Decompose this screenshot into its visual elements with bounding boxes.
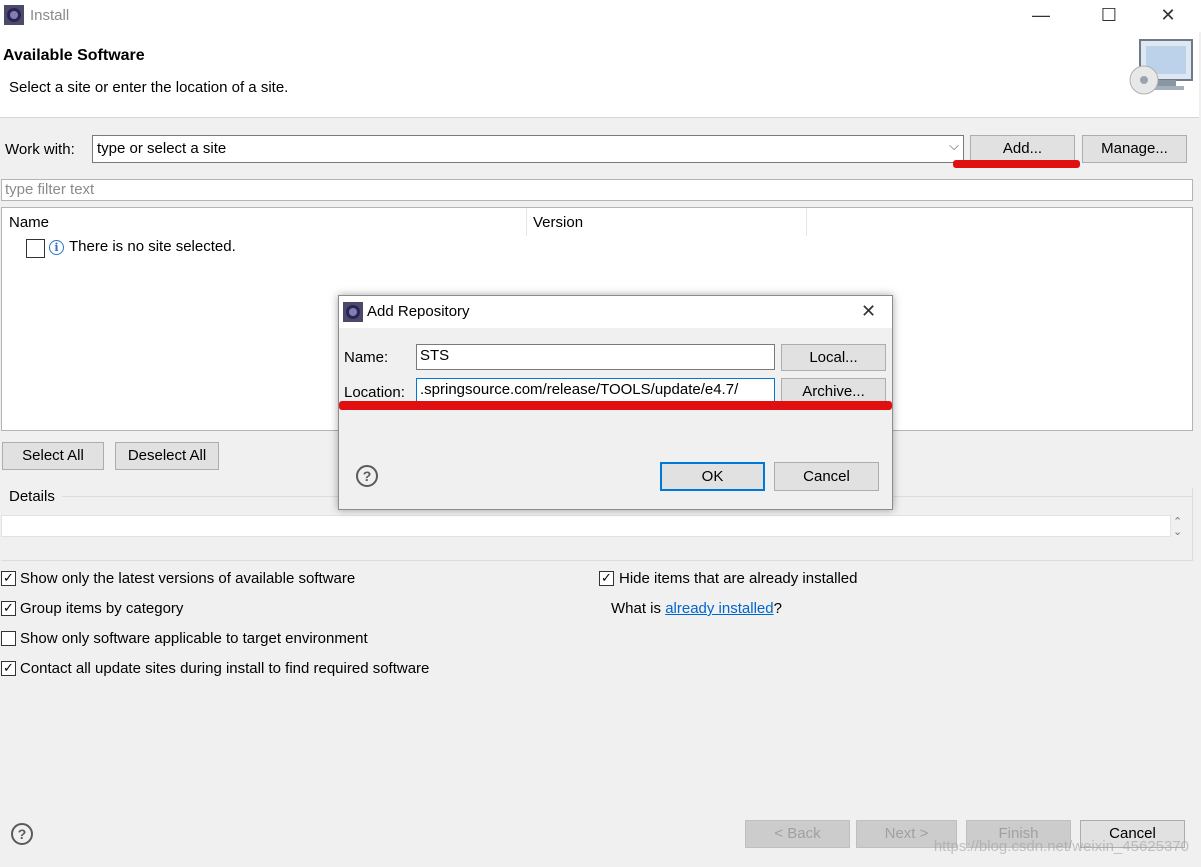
title-bar: Install — ☐ ✕ bbox=[0, 0, 1201, 32]
ok-button[interactable]: OK bbox=[660, 462, 765, 491]
page-description: Select a site or enter the location of a… bbox=[9, 79, 289, 96]
hide-installed-checkbox[interactable]: ✓ bbox=[599, 571, 614, 586]
column-header-name[interactable]: Name bbox=[9, 214, 49, 231]
deselect-all-button[interactable]: Deselect All bbox=[115, 442, 219, 470]
details-separator bbox=[892, 496, 1192, 497]
annotation-underline bbox=[953, 160, 1080, 168]
watermark: https://blog.csdn.net/weixin_45625370 bbox=[933, 838, 1189, 855]
close-button[interactable]: ✕ bbox=[1145, 0, 1191, 32]
install-wizard-icon bbox=[1129, 39, 1193, 95]
back-button[interactable]: < Back bbox=[745, 820, 850, 848]
column-divider bbox=[526, 208, 527, 236]
target-environment-label: Show only software applicable to target … bbox=[20, 630, 368, 647]
maximize-button[interactable]: ☐ bbox=[1086, 0, 1132, 32]
window-title: Install bbox=[30, 7, 70, 24]
latest-versions-checkbox[interactable]: ✓ bbox=[1, 571, 16, 586]
details-text bbox=[1, 515, 1171, 537]
minimize-icon: — bbox=[1032, 5, 1050, 25]
work-with-value: type or select a site bbox=[97, 140, 227, 157]
name-label: Name: bbox=[344, 349, 389, 366]
close-icon[interactable]: ✕ bbox=[861, 301, 876, 322]
what-is-prefix: What is bbox=[611, 600, 666, 617]
help-icon[interactable]: ? bbox=[11, 823, 33, 845]
what-is-suffix: ? bbox=[773, 600, 782, 617]
close-icon: ✕ bbox=[1160, 5, 1176, 25]
row-checkbox[interactable] bbox=[26, 239, 45, 258]
no-site-message: There is no site selected. bbox=[69, 238, 236, 255]
contact-sites-label: Contact all update sites during install … bbox=[20, 660, 430, 677]
hide-installed-label: Hide items that are already installed bbox=[619, 570, 858, 587]
work-with-label: Work with: bbox=[5, 141, 75, 158]
dialog-cancel-button[interactable]: Cancel bbox=[774, 462, 879, 491]
work-with-combo[interactable]: type or select a site ⌵ bbox=[92, 135, 964, 163]
add-button[interactable]: Add... bbox=[970, 135, 1075, 163]
add-repository-dialog: Add Repository ✕ Name: STS Local... Loca… bbox=[338, 295, 893, 510]
select-all-button[interactable]: Select All bbox=[2, 442, 104, 470]
local-button[interactable]: Local... bbox=[781, 344, 886, 371]
latest-versions-label: Show only the latest versions of availab… bbox=[20, 570, 356, 587]
what-is-installed-text: What is already installed? bbox=[611, 600, 782, 617]
location-label: Location: bbox=[344, 384, 405, 401]
annotation-underline bbox=[339, 401, 892, 410]
column-divider bbox=[806, 208, 807, 236]
group-by-category-checkbox[interactable]: ✓ bbox=[1, 601, 16, 616]
filter-input[interactable]: type filter text bbox=[1, 179, 1193, 201]
eclipse-app-icon bbox=[343, 302, 363, 322]
column-header-version[interactable]: Version bbox=[533, 214, 583, 231]
target-environment-checkbox[interactable] bbox=[1, 631, 16, 646]
name-field[interactable]: STS bbox=[416, 344, 775, 370]
chevron-down-icon[interactable]: ⌵ bbox=[949, 138, 959, 154]
page-title: Available Software bbox=[3, 47, 145, 64]
contact-sites-checkbox[interactable]: ✓ bbox=[1, 661, 16, 676]
already-installed-link[interactable]: already installed bbox=[665, 600, 773, 617]
group-by-category-label: Group items by category bbox=[20, 600, 184, 617]
details-border bbox=[1192, 488, 1193, 560]
dialog-title-bar: Add Repository ✕ bbox=[339, 296, 892, 328]
dialog-title: Add Repository bbox=[367, 303, 470, 320]
help-icon[interactable]: ? bbox=[356, 465, 378, 487]
spinner-icon[interactable]: ⌃ ⌄ bbox=[1173, 517, 1182, 538]
minimize-button[interactable]: — bbox=[1018, 0, 1064, 32]
maximize-icon: ☐ bbox=[1100, 5, 1118, 25]
details-separator bbox=[62, 496, 338, 497]
details-border bbox=[1, 560, 1193, 561]
details-label: Details bbox=[9, 488, 55, 505]
eclipse-app-icon bbox=[4, 5, 24, 25]
manage-button[interactable]: Manage... bbox=[1082, 135, 1187, 163]
info-icon: i bbox=[49, 240, 64, 255]
wizard-banner bbox=[0, 32, 1199, 118]
